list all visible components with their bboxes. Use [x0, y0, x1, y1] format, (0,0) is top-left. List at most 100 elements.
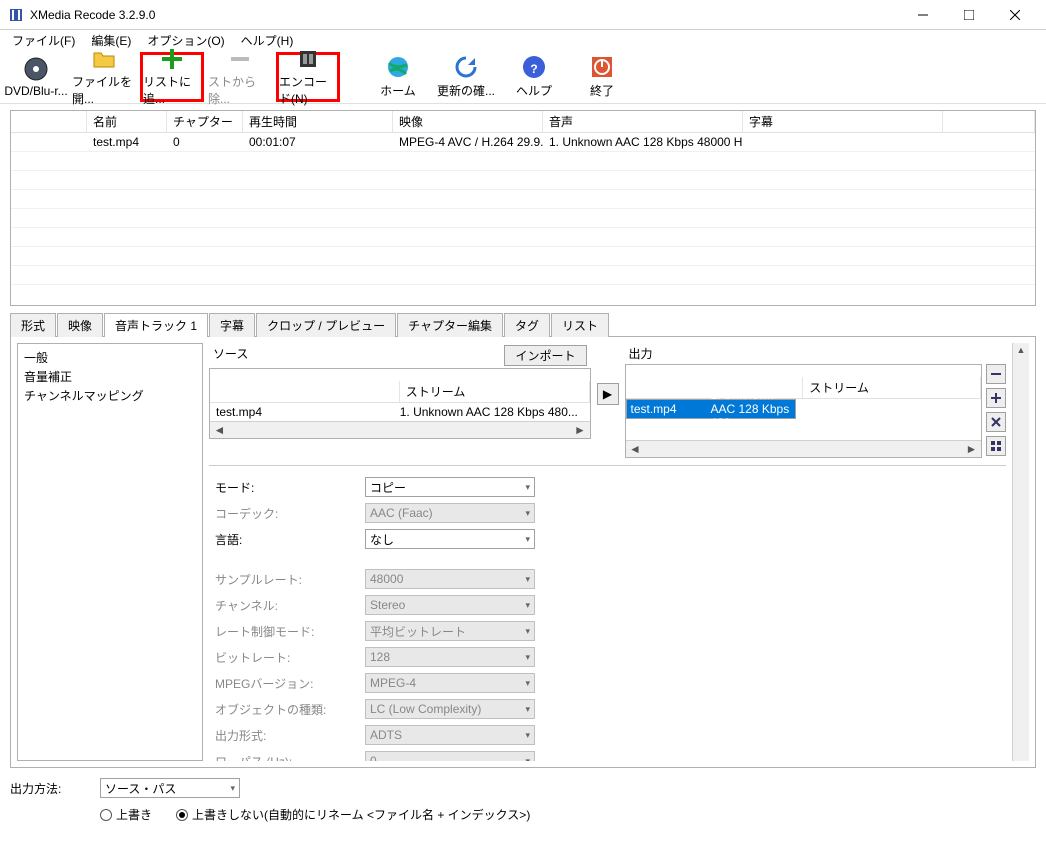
source-list[interactable]: ストリーム test.mp4 1. Unknown AAC 128 Kbps 4…: [209, 368, 591, 439]
channels-label: チャンネル:: [215, 597, 365, 614]
mpegver-select: MPEG-4▾: [365, 673, 535, 693]
col-name[interactable]: 名前: [87, 111, 167, 132]
transfer-right-button[interactable]: ▶: [597, 383, 619, 405]
tab-tag[interactable]: タグ: [504, 313, 550, 337]
menu-options[interactable]: オプション(O): [139, 30, 232, 51]
col-audio[interactable]: 音声: [543, 111, 743, 132]
maximize-button[interactable]: [946, 0, 992, 30]
power-icon: [589, 54, 615, 80]
delete-output-button[interactable]: [986, 412, 1006, 432]
help-icon: ?: [521, 54, 547, 80]
outfmt-select: ADTS▾: [365, 725, 535, 745]
table-row[interactable]: test.mp4 0 00:01:07 MPEG-4 AVC / H.264 2…: [11, 133, 1035, 152]
sidebar-item-volume[interactable]: 音量補正: [24, 367, 196, 386]
objtype-label: オブジェクトの種類:: [215, 701, 365, 718]
open-label: ファイルを開...: [72, 73, 136, 107]
dvd-label: DVD/Blu-r...: [4, 84, 67, 98]
add-output-button[interactable]: [986, 388, 1006, 408]
encode-button[interactable]: エンコード(N): [276, 52, 340, 102]
output-row[interactable]: test.mp4 1. Unknown AAC 128 Kbps 480: [626, 399, 796, 419]
tab-video[interactable]: 映像: [57, 313, 103, 337]
lang-select[interactable]: なし▾: [365, 529, 535, 549]
menubar: ファイル(F) 編集(E) オプション(O) ヘルプ(H): [0, 30, 1046, 50]
lowpass-select: 0▾: [365, 751, 535, 761]
add-to-list-button[interactable]: リストに追...: [140, 52, 204, 102]
plus-icon: [159, 47, 185, 71]
source-stream-header: ストリーム: [400, 381, 590, 402]
settings-output-button[interactable]: [986, 436, 1006, 456]
source-hscroll[interactable]: ◄►: [210, 421, 590, 438]
output-hscroll[interactable]: ◄►: [626, 440, 982, 457]
settings-sidebar: 一般 音量補正 チャンネルマッピング: [17, 343, 203, 761]
output-method-select[interactable]: ソース・パス▾: [100, 778, 240, 798]
ratemode-label: レート制御モード:: [215, 623, 365, 640]
tab-list[interactable]: リスト: [551, 313, 609, 337]
add-label: リストに追...: [143, 73, 201, 107]
toolbar: DVD/Blu-r... ファイルを開... リストに追... ストから除...…: [0, 50, 1046, 104]
menu-file[interactable]: ファイル(F): [4, 30, 83, 51]
source-row[interactable]: test.mp4 1. Unknown AAC 128 Kbps 480...: [210, 403, 590, 421]
output-list[interactable]: ストリーム test.mp4 1. Unknown AAC 128 Kbps 4…: [625, 364, 983, 458]
objtype-select: LC (Low Complexity)▾: [365, 699, 535, 719]
cell-audio: 1. Unknown AAC 128 Kbps 48000 H...: [543, 133, 743, 151]
update-button[interactable]: 更新の確...: [434, 52, 498, 102]
tab-crop[interactable]: クロップ / プレビュー: [256, 313, 396, 337]
channels-select: Stereo▾: [365, 595, 535, 615]
remove-output-button[interactable]: [986, 364, 1006, 384]
tab-format[interactable]: 形式: [10, 313, 56, 337]
col-subtitle[interactable]: 字幕: [743, 111, 943, 132]
col-video[interactable]: 映像: [393, 111, 543, 132]
panel-vscroll[interactable]: ▲: [1012, 343, 1029, 761]
encode-icon: [295, 47, 321, 71]
close-button[interactable]: [992, 0, 1038, 30]
mode-select[interactable]: コピー▾: [365, 477, 535, 497]
cell-subtitle: [743, 133, 943, 151]
quit-button[interactable]: 終了: [570, 52, 634, 102]
cell-video: MPEG-4 AVC / H.264 29.9...: [393, 133, 543, 151]
samplerate-label: サンプルレート:: [215, 571, 365, 588]
cell-name: test.mp4: [87, 133, 167, 151]
tab-subtitle[interactable]: 字幕: [209, 313, 255, 337]
col-duration[interactable]: 再生時間: [243, 111, 393, 132]
mode-label: モード:: [215, 479, 365, 496]
svg-text:?: ?: [530, 62, 537, 76]
update-label: 更新の確...: [437, 82, 495, 99]
tab-chapter[interactable]: チャプター編集: [397, 313, 503, 337]
cell-duration: 00:01:07: [243, 133, 393, 151]
source-filename: test.mp4: [216, 405, 400, 419]
folder-open-icon: [91, 47, 117, 71]
app-icon: [8, 7, 24, 23]
window-title: XMedia Recode 3.2.9.0: [30, 8, 900, 22]
mpegver-label: MPEGバージョン:: [215, 675, 365, 692]
output-stream-header: ストリーム: [803, 377, 981, 398]
lang-label: 言語:: [215, 531, 365, 548]
sidebar-item-channel[interactable]: チャンネルマッピング: [24, 386, 196, 405]
quit-label: 終了: [590, 82, 614, 99]
no-overwrite-radio[interactable]: 上書きしない(自動的にリネーム <ファイル名 + インデックス>): [176, 806, 530, 823]
codec-label: コーデック:: [215, 505, 365, 522]
output-method-label: 出力方法:: [10, 780, 90, 797]
open-file-button[interactable]: ファイルを開...: [72, 52, 136, 102]
col-chapter[interactable]: チャプター: [167, 111, 243, 132]
file-grid: 名前 チャプター 再生時間 映像 音声 字幕 test.mp4 0 00:01:…: [10, 110, 1036, 306]
cell-chapter: 0: [167, 133, 243, 151]
output-filename: test.mp4: [631, 402, 711, 416]
help-button[interactable]: ? ヘルプ: [502, 52, 566, 102]
source-label: ソース: [213, 345, 248, 366]
output-label: 出力: [629, 345, 653, 362]
codec-select: AAC (Faac)▾: [365, 503, 535, 523]
minimize-button[interactable]: [900, 0, 946, 30]
minus-icon: [227, 47, 253, 71]
sidebar-item-general[interactable]: 一般: [24, 348, 196, 367]
lowpass-label: ローパス (Hz):: [215, 753, 365, 762]
remove-from-list-button[interactable]: ストから除...: [208, 52, 272, 102]
refresh-icon: [453, 54, 479, 80]
file-list[interactable]: test.mp4 0 00:01:07 MPEG-4 AVC / H.264 2…: [11, 133, 1035, 285]
overwrite-radio[interactable]: 上書き: [100, 806, 152, 823]
dvd-button[interactable]: DVD/Blu-r...: [4, 52, 68, 102]
disc-icon: [23, 56, 49, 82]
home-button[interactable]: ホーム: [366, 52, 430, 102]
samplerate-select: 48000▾: [365, 569, 535, 589]
tab-audio[interactable]: 音声トラック 1: [104, 313, 208, 337]
import-button[interactable]: インポート: [504, 345, 586, 366]
